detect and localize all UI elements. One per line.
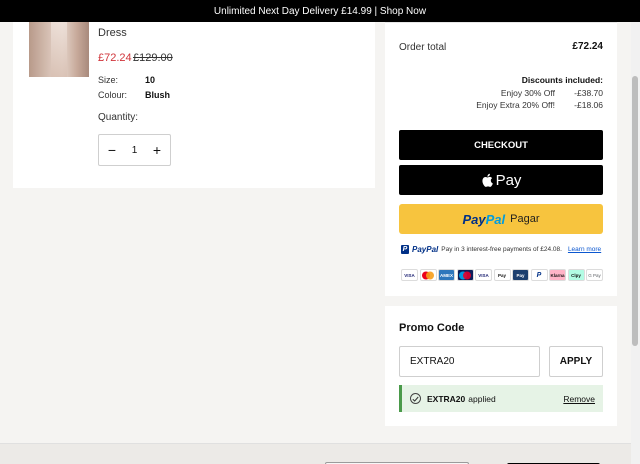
minus-icon[interactable]: − xyxy=(105,142,119,158)
paypal-brand: PayPal xyxy=(412,245,439,254)
colour-value: Blush xyxy=(145,90,171,100)
promo-banner[interactable]: Unlimited Next Day Delivery £14.99 | Sho… xyxy=(0,0,640,22)
summary-divider xyxy=(385,22,617,23)
paypal-pagar-label: Pagar xyxy=(510,213,540,225)
google-pay-icon: G Pay xyxy=(586,269,603,281)
apple-pay-label: Pay xyxy=(495,171,522,189)
paypal-card-icon: P xyxy=(530,269,548,281)
paypal-logo: PayPal xyxy=(462,212,505,227)
order-total-label: Order total xyxy=(399,42,447,53)
price-original: £129.00 xyxy=(133,52,173,64)
discounts-heading: Discounts included: xyxy=(521,75,603,85)
paypal-icon: P xyxy=(401,245,409,254)
promo-title: Promo Code xyxy=(399,322,465,334)
visa-icon: VISA xyxy=(401,269,418,281)
quantity-value[interactable]: 1 xyxy=(132,145,138,156)
promo-banner-text[interactable]: Unlimited Next Day Delivery £14.99 | Sho… xyxy=(214,6,426,17)
discount-row: Enjoy Extra 20% Off! -£18.06 xyxy=(476,100,603,110)
page-footer xyxy=(0,443,640,464)
order-total-value: £72.24 xyxy=(572,41,603,52)
discount-amount: -£38.70 xyxy=(574,88,603,98)
paypal-installments-info: P PayPal Pay in 3 interest-free payments… xyxy=(401,245,601,254)
size-label: Size: xyxy=(98,75,119,85)
learn-more-link[interactable]: Learn more xyxy=(568,246,601,253)
promo-code-input[interactable]: EXTRA20 xyxy=(399,346,540,377)
visa-electron-icon: VISA xyxy=(475,269,492,281)
paypal-logo-pal: Pal xyxy=(485,211,506,227)
apple-icon xyxy=(481,173,493,187)
promo-code-card: Promo Code EXTRA20 APPLY EXTRA20 applied… xyxy=(385,306,617,426)
paypal-installments-text: Pay in 3 interest-free payments of £24.0… xyxy=(441,246,562,253)
applied-code: EXTRA20 xyxy=(427,393,466,404)
quantity-label: Quantity: xyxy=(98,112,139,123)
price-current: £72.24 xyxy=(98,52,132,64)
cart-item-card: Dress £72.24 £129.00 Size: 10 Colour: Bl… xyxy=(13,22,375,188)
check-circle-icon xyxy=(410,393,421,404)
amex-icon: AMEX xyxy=(438,269,455,281)
paypal-logo-pay: Pay xyxy=(462,211,486,227)
promo-applied-banner: EXTRA20 applied Remove xyxy=(399,385,603,412)
discount-amount: -£18.06 xyxy=(574,100,603,110)
clearpay-icon: Clpy xyxy=(567,269,585,281)
apple-pay-icon: Pay xyxy=(493,269,511,281)
payment-methods: VISA AMEX VISA Pay Pay P Klarna Clpy G P… xyxy=(401,269,603,281)
apply-button[interactable]: APPLY xyxy=(549,346,603,377)
applied-text: applied xyxy=(468,393,496,404)
paypal-button[interactable]: PayPal Pagar xyxy=(399,204,603,234)
product-name[interactable]: Dress xyxy=(98,27,127,39)
plus-icon[interactable]: + xyxy=(150,142,164,158)
quantity-stepper: − 1 + xyxy=(98,134,171,166)
remove-link[interactable]: Remove xyxy=(563,394,595,404)
scrollbar-thumb[interactable] xyxy=(632,76,638,346)
apple-pay-button[interactable]: Pay xyxy=(399,165,603,195)
maestro-icon xyxy=(456,269,474,281)
product-thumbnail[interactable] xyxy=(29,22,89,77)
pay-icon: Pay xyxy=(512,269,529,281)
order-summary: Order total £72.24 Discounts included: E… xyxy=(385,22,617,296)
colour-label: Colour: xyxy=(98,90,128,100)
klarna-icon: Klarna xyxy=(549,269,566,281)
mastercard-icon xyxy=(419,269,437,281)
discount-row: Enjoy 30% Off -£38.70 xyxy=(501,88,603,98)
discount-label: Enjoy 30% Off xyxy=(500,88,555,98)
checkout-button[interactable]: CHECKOUT xyxy=(399,130,603,160)
discount-label: Enjoy Extra 20% Off! xyxy=(476,100,555,110)
size-value: 10 xyxy=(145,75,156,85)
